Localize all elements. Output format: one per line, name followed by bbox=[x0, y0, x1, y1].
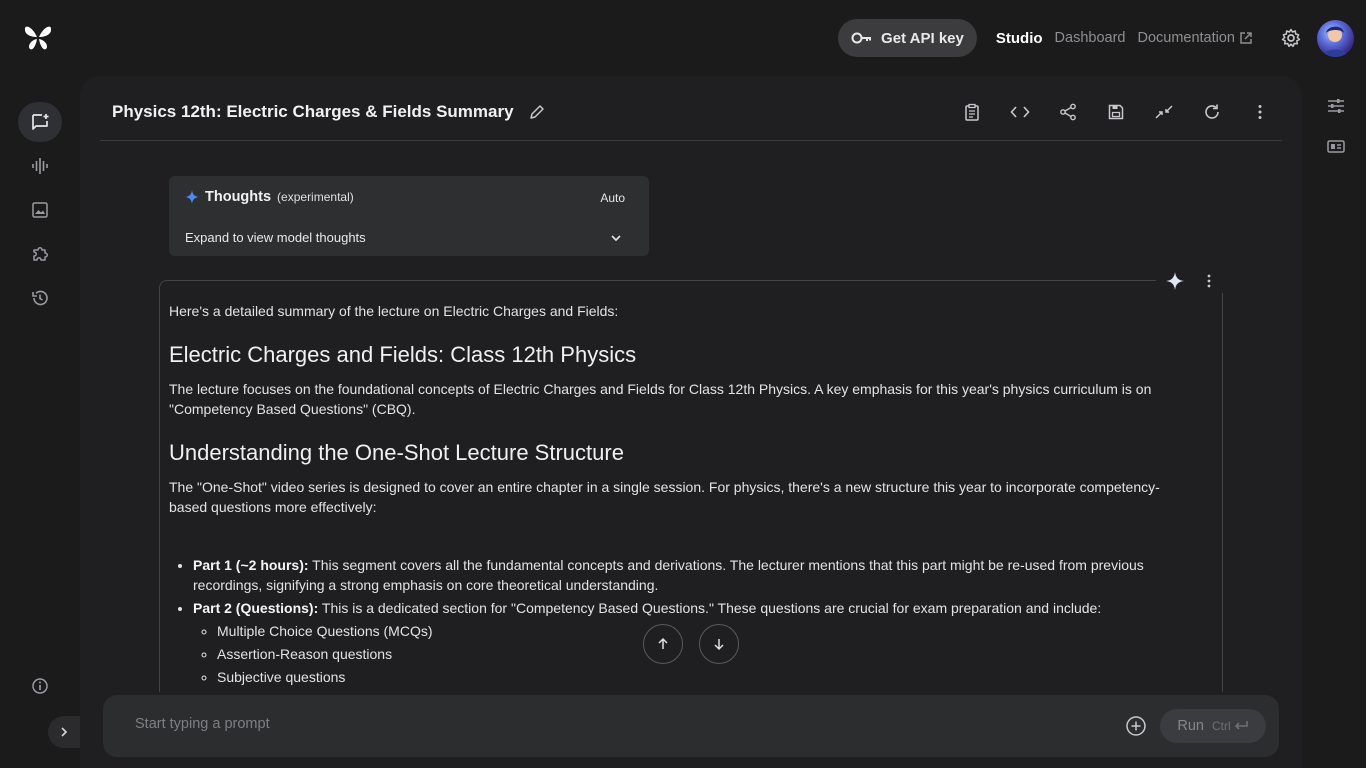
refresh-icon[interactable] bbox=[1200, 100, 1224, 124]
response-heading-2: Understanding the One-Shot Lecture Struc… bbox=[169, 440, 624, 465]
nav-dashboard[interactable]: Dashboard bbox=[1055, 30, 1126, 46]
list-item-text: This is a dedicated section for "Compete… bbox=[318, 600, 1102, 616]
sidebar-item-build[interactable] bbox=[18, 234, 62, 274]
enter-key-icon bbox=[1234, 721, 1248, 730]
top-navigation: Get API key Studio Dashboard Documentati… bbox=[838, 19, 1354, 57]
audio-waveform-icon bbox=[32, 158, 48, 174]
compare-icon[interactable] bbox=[1152, 100, 1176, 124]
nav-documentation[interactable]: Documentation bbox=[1137, 30, 1253, 46]
response-paragraph-2: The "One-Shot" video series is designed … bbox=[169, 479, 1160, 515]
question-types-list: Multiple Choice Questions (MCQs) Asserti… bbox=[193, 621, 1194, 687]
scroll-down-button[interactable] bbox=[699, 624, 739, 664]
edit-pencil-icon[interactable] bbox=[528, 103, 546, 121]
puzzle-icon bbox=[33, 247, 48, 261]
run-button[interactable]: Run Ctrl bbox=[1160, 709, 1266, 743]
scroll-up-button[interactable] bbox=[643, 624, 683, 664]
list-item: Subjective questions bbox=[217, 667, 1194, 687]
response-body: Here's a detailed summary of the lecture… bbox=[169, 301, 1194, 690]
run-label: Run bbox=[1177, 718, 1204, 734]
more-vert-icon[interactable] bbox=[1248, 100, 1272, 124]
arrow-down-icon bbox=[714, 639, 724, 651]
get-api-key-button[interactable]: Get API key bbox=[838, 19, 977, 57]
list-item: Part 1 (~2 hours): This segment covers a… bbox=[193, 555, 1194, 595]
sparkle-icon bbox=[185, 190, 199, 204]
nav-studio[interactable]: Studio bbox=[996, 30, 1043, 47]
response-more-icon[interactable] bbox=[1206, 273, 1212, 289]
chat-icon bbox=[32, 114, 49, 130]
info-icon[interactable] bbox=[30, 676, 50, 696]
right-rail bbox=[1326, 96, 1346, 176]
arrow-up-icon bbox=[658, 637, 668, 649]
page-title: Physics 12th: Electric Charges & Fields … bbox=[112, 102, 514, 121]
butterfly-logo[interactable] bbox=[22, 22, 54, 54]
structure-list: Part 1 (~2 hours): This segment covers a… bbox=[169, 555, 1194, 687]
user-avatar[interactable] bbox=[1317, 19, 1354, 57]
list-item-label: Part 2 (Questions): bbox=[193, 600, 319, 616]
chevron-right-icon bbox=[61, 727, 68, 737]
dashboard-panel-icon[interactable] bbox=[1326, 136, 1346, 156]
sidebar-item-history[interactable] bbox=[18, 278, 62, 318]
expand-sidebar-button[interactable] bbox=[48, 716, 80, 748]
external-link-icon bbox=[1240, 32, 1252, 44]
thoughts-title: Thoughts bbox=[205, 189, 272, 205]
thoughts-mode[interactable]: Auto bbox=[600, 191, 625, 205]
key-icon bbox=[851, 32, 872, 44]
thoughts-subtitle: (experimental) bbox=[277, 190, 354, 204]
sidebar-item-stream[interactable] bbox=[18, 146, 62, 186]
add-media-icon[interactable] bbox=[1125, 715, 1147, 737]
model-response: Here's a detailed summary of the lecture… bbox=[159, 269, 1224, 692]
thoughts-panel[interactable]: Thoughts (experimental) Auto Expand to v… bbox=[169, 176, 649, 256]
left-sidebar bbox=[18, 102, 62, 322]
image-icon bbox=[32, 202, 48, 218]
title-row: Physics 12th: Electric Charges & Fields … bbox=[112, 99, 546, 125]
share-icon[interactable] bbox=[1056, 100, 1080, 124]
prompt-input[interactable] bbox=[135, 716, 1035, 732]
response-heading-1: Electric Charges and Fields: Class 12th … bbox=[169, 342, 637, 367]
clipboard-icon[interactable] bbox=[960, 100, 984, 124]
get-api-key-label: Get API key bbox=[881, 29, 964, 47]
title-divider bbox=[100, 140, 1282, 141]
list-item-label: Part 1 (~2 hours): bbox=[193, 557, 309, 573]
thoughts-expand-label[interactable]: Expand to view model thoughts bbox=[185, 230, 366, 245]
thoughts-header: Thoughts (experimental) bbox=[185, 189, 354, 205]
nav-documentation-label: Documentation bbox=[1137, 30, 1235, 46]
prompt-bar: Run Ctrl bbox=[103, 695, 1279, 757]
main-panel: Physics 12th: Electric Charges & Fields … bbox=[80, 76, 1302, 768]
sidebar-item-media[interactable] bbox=[18, 190, 62, 230]
gemini-sparkle-icon bbox=[1166, 272, 1184, 290]
run-settings-tune-icon[interactable] bbox=[1326, 96, 1346, 116]
code-icon[interactable] bbox=[1008, 100, 1032, 124]
list-item: Part 2 (Questions): This is a dedicated … bbox=[193, 598, 1194, 687]
response-intro: Here's a detailed summary of the lecture… bbox=[169, 303, 619, 319]
run-shortcut-label: Ctrl bbox=[1211, 719, 1231, 733]
history-icon bbox=[32, 290, 48, 306]
list-item-text: This segment covers all the fundamental … bbox=[193, 557, 1144, 593]
response-tools bbox=[1156, 269, 1224, 293]
toolbar bbox=[960, 100, 1272, 124]
response-paragraph-1: The lecture focuses on the foundational … bbox=[169, 381, 1152, 417]
chevron-down-icon[interactable] bbox=[609, 231, 623, 245]
save-icon[interactable] bbox=[1104, 100, 1128, 124]
settings-gear-icon[interactable] bbox=[1281, 28, 1301, 48]
run-shortcut: Ctrl bbox=[1212, 719, 1249, 733]
sidebar-item-chat[interactable] bbox=[18, 102, 62, 142]
